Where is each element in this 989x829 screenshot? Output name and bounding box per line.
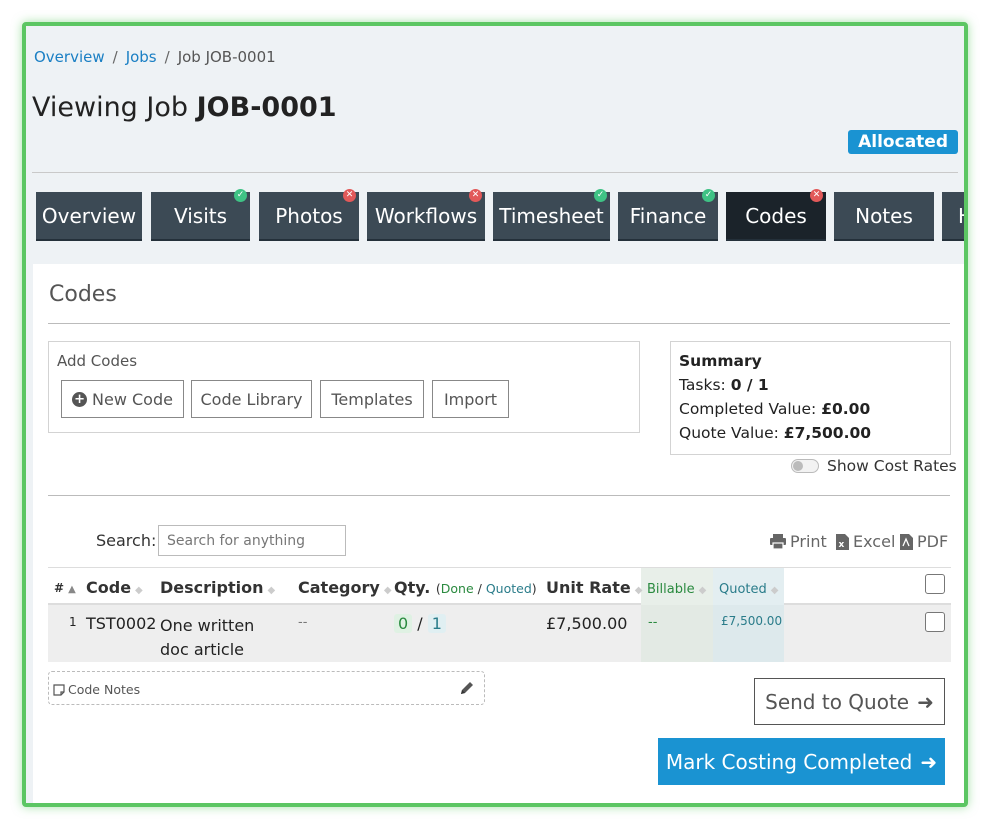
summary-tasks: Tasks: 0 / 1	[679, 376, 769, 394]
row-code: TST0002	[86, 614, 157, 633]
code-notes-label: Code Notes	[53, 682, 140, 697]
add-codes-label: Add Codes	[57, 352, 138, 370]
row-quoted: £7,500.00	[721, 614, 783, 628]
page-title: Viewing Job JOB-0001	[32, 92, 337, 123]
tab-label: Timesheet	[499, 203, 604, 228]
tab-label: H	[958, 204, 964, 228]
templates-button[interactable]: Templates	[320, 380, 424, 418]
plus-circle-icon: +	[72, 391, 88, 407]
arrow-right-icon: ➜	[917, 689, 934, 714]
breadcrumb-current: Job JOB-0001	[177, 48, 276, 66]
print-icon	[770, 534, 786, 549]
send-to-quote-button[interactable]: Send to Quote ➜	[754, 678, 945, 725]
section-title: Codes	[49, 282, 117, 307]
error-icon: ✕	[469, 189, 482, 202]
status-badge: Allocated	[848, 130, 958, 154]
tab-label: Overview	[41, 203, 137, 228]
tab-label: Workflows	[374, 203, 478, 228]
divider	[48, 495, 950, 496]
code-library-button[interactable]: Code Library	[191, 380, 312, 418]
pdf-file-icon	[900, 533, 913, 550]
header-unit-rate[interactable]: Unit Rate ◆	[546, 578, 642, 597]
app-window: Overview / Jobs / Job JOB-0001 Viewing Job J…	[22, 22, 968, 807]
header-qty[interactable]: Qty. (Done / Quoted)	[394, 578, 537, 597]
row-qty: 0 / 1	[394, 614, 446, 633]
new-code-button[interactable]: + New Code	[61, 380, 184, 418]
row-unit-rate: £7,500.00	[546, 614, 628, 633]
header-billable[interactable]: Billable ◆	[647, 582, 706, 597]
divider	[32, 172, 958, 173]
search-input[interactable]	[158, 525, 346, 556]
toggle-knob	[793, 461, 803, 471]
show-cost-rates-label: Show Cost Rates	[827, 457, 957, 475]
select-all-checkbox[interactable]	[925, 574, 945, 594]
tab-history[interactable]: H	[942, 192, 964, 241]
table-header: # ▲ Code ◆ Description ◆ Category ◆ Qty. (Do…	[48, 567, 951, 606]
svg-text:x: x	[839, 540, 845, 550]
tab-finance[interactable]: Finance ✓	[618, 189, 718, 241]
tab-notes[interactable]: Notes	[834, 192, 934, 241]
divider	[48, 323, 950, 324]
tab-label: Photos	[275, 203, 343, 228]
breadcrumb-separator: /	[164, 48, 170, 66]
breadcrumb-overview-link[interactable]: Overview	[34, 48, 105, 66]
breadcrumb-jobs-link[interactable]: Jobs	[126, 48, 157, 66]
billable-column-bg	[641, 605, 713, 662]
excel-file-icon: x	[836, 533, 849, 550]
page-title-prefix: Viewing Job	[32, 92, 197, 123]
tab-overview[interactable]: Overview	[36, 192, 142, 241]
tab-bar: Overview Visits ✓ Photos ✕ Workflows ✕ Time…	[36, 189, 964, 241]
header-description[interactable]: Description ◆	[160, 578, 275, 597]
tab-label: Finance	[629, 203, 707, 228]
note-icon	[53, 683, 65, 696]
tab-label: Visits	[173, 203, 228, 228]
check-icon: ✓	[594, 189, 607, 202]
summary-quote-value: Quote Value: £7,500.00	[679, 424, 872, 442]
header-category[interactable]: Category ◆	[298, 578, 392, 597]
header-code[interactable]: Code ◆	[86, 578, 143, 597]
tab-codes[interactable]: Codes ✕	[726, 189, 826, 241]
row-num: 1	[69, 615, 77, 629]
tab-visits[interactable]: Visits ✓	[151, 189, 250, 241]
error-icon: ✕	[810, 189, 823, 202]
search-label: Search:	[96, 531, 157, 550]
breadcrumb-separator: /	[112, 48, 118, 66]
pencil-icon[interactable]	[459, 680, 475, 696]
pdf-button[interactable]: PDF	[900, 532, 948, 551]
mark-costing-completed-button[interactable]: Mark Costing Completed ➜	[658, 738, 945, 785]
arrow-right-icon: ➜	[920, 749, 938, 774]
tab-label: Notes	[855, 203, 913, 228]
summary-box: Summary Tasks: 0 / 1 Completed Value: £0…	[670, 341, 951, 455]
table-row[interactable]: 1 TST0002 One written doc article -- 0 / …	[48, 605, 951, 662]
header-num[interactable]: # ▲	[54, 581, 76, 595]
import-button[interactable]: Import	[432, 380, 509, 418]
row-category: --	[298, 615, 308, 630]
tab-timesheet[interactable]: Timesheet ✓	[493, 189, 610, 241]
print-label: Print	[790, 532, 827, 551]
breadcrumb: Overview / Jobs / Job JOB-0001	[34, 48, 276, 66]
pdf-label: PDF	[917, 532, 949, 551]
print-button[interactable]: Print	[770, 532, 827, 551]
summary-completed-value: Completed Value: £0.00	[679, 400, 871, 418]
check-icon: ✓	[234, 189, 247, 202]
error-icon: ✕	[343, 189, 356, 202]
new-code-label: New Code	[92, 389, 173, 409]
excel-button[interactable]: x Excel	[836, 532, 895, 551]
header-quoted[interactable]: Quoted ◆	[719, 582, 778, 597]
excel-label: Excel	[853, 532, 896, 551]
code-notes-box[interactable]: Code Notes	[48, 671, 485, 705]
add-codes-box: Add Codes + New Code Code Library Templat…	[48, 341, 640, 433]
summary-title: Summary	[679, 352, 762, 370]
tab-label: Codes	[745, 203, 807, 228]
codes-panel: Codes Add Codes + New Code Code Library T…	[33, 264, 964, 803]
row-description: One written doc article	[160, 616, 255, 659]
row-checkbox[interactable]	[925, 612, 945, 632]
show-cost-rates-toggle[interactable]: Show Cost Rates	[791, 457, 957, 475]
toggle-switch[interactable]	[791, 459, 819, 473]
job-id: JOB-0001	[196, 92, 337, 123]
check-icon: ✓	[702, 189, 715, 202]
tab-workflows[interactable]: Workflows ✕	[367, 189, 485, 241]
row-billable: --	[648, 615, 658, 630]
tab-photos[interactable]: Photos ✕	[259, 189, 359, 241]
